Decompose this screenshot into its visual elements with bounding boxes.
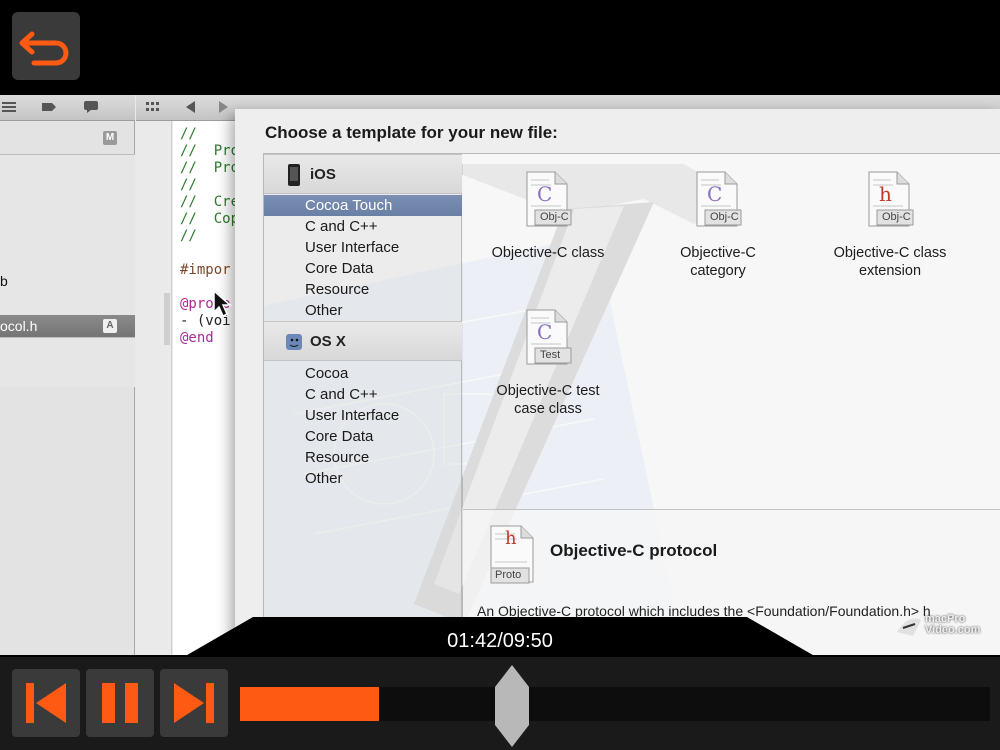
category-item[interactable]: User Interface [264, 405, 462, 426]
category-item[interactable]: Other [264, 300, 462, 321]
grid-icon[interactable] [146, 101, 160, 113]
ios-section-header: iOS [264, 154, 462, 194]
list-item[interactable]: b [0, 270, 135, 292]
protocol-file-icon: h Proto [487, 524, 539, 586]
category-item[interactable]: Other [264, 468, 462, 489]
next-button[interactable] [160, 669, 228, 737]
osx-section-header: OS X [264, 321, 462, 361]
list-icon[interactable] [2, 101, 16, 113]
code-line: // Cre [180, 194, 240, 210]
file-glyph: C [537, 320, 553, 344]
new-file-template-sheet: Choose a template for your new file: iOS… [235, 109, 1000, 655]
back-nav-icon[interactable] [184, 101, 198, 113]
file-glyph: C [707, 182, 723, 206]
previous-button[interactable] [12, 669, 80, 737]
list-item-label: ocol.h [0, 318, 38, 334]
template-label-line: category [690, 263, 746, 279]
source-file-icon: C Obj-C [693, 170, 743, 230]
source-file-icon: C Obj-C [523, 170, 573, 230]
added-badge: A [103, 319, 117, 333]
file-badge: Obj-C [540, 211, 569, 223]
video-frame[interactable]: M b ocol.h A //// Pro// Pro//// Cre // C… [0, 95, 1000, 655]
code-line: // Pro [180, 160, 240, 176]
code-line: // [180, 228, 197, 244]
code-line: // Pro [180, 143, 240, 159]
template-label: Objective-C class extension [815, 244, 965, 280]
pause-icon [102, 683, 138, 723]
template-item[interactable]: C Obj-C Objective-C class [473, 170, 623, 262]
template-label-line: extension [858, 263, 922, 279]
seek-bar[interactable] [240, 665, 990, 747]
time-display: 01:42/09:50 [447, 630, 553, 652]
category-item[interactable]: Core Data [264, 258, 462, 279]
code-line: @end [180, 330, 214, 346]
skip-previous-icon [26, 683, 66, 723]
pause-button[interactable] [86, 669, 154, 737]
editor-gutter [136, 121, 172, 655]
category-item[interactable]: User Interface [264, 237, 462, 258]
template-chooser: iOS Cocoa Touch C and C++ User Interface Co… [263, 153, 1000, 655]
template-description-text: An Objective-C protocol which includes t… [477, 603, 931, 619]
file-badge: Obj-C [882, 211, 911, 223]
osx-finder-icon [286, 334, 302, 350]
file-glyph: h [879, 182, 892, 206]
code-fold-ribbon [164, 293, 170, 345]
sheet-title: Choose a template for your new file: [265, 123, 558, 142]
category-item[interactable]: Core Data [264, 426, 462, 447]
template-label-line: Objective-C class [833, 245, 947, 261]
file-glyph: C [537, 182, 553, 206]
seek-bar-thumb[interactable] [493, 665, 531, 747]
template-category-list: iOS Cocoa Touch C and C++ User Interface Co… [264, 154, 462, 655]
category-item[interactable]: Resource [264, 447, 462, 468]
ios-section-label: iOS [310, 166, 336, 183]
template-item[interactable]: C Test Objective-C test case class [473, 308, 623, 418]
video-player-screen: M b ocol.h A //// Pro// Pro//// Cre // C… [0, 0, 1000, 750]
skip-next-icon [174, 683, 214, 723]
category-item[interactable]: Resource [264, 279, 462, 300]
code-line: // [180, 177, 197, 193]
file-badge: Obj-C [710, 211, 739, 223]
template-item[interactable]: C Obj-C Objective-C category [643, 170, 793, 280]
file-badge: Proto [495, 569, 522, 581]
code-line: // Cop [180, 211, 240, 227]
code-line: // [180, 126, 197, 142]
list-item-selected[interactable]: ocol.h A [0, 315, 135, 337]
template-label: Objective-C category [643, 244, 793, 280]
navigator-toolbar [0, 95, 135, 121]
template-item[interactable]: h Obj-C Objective-C class extension [815, 170, 965, 280]
playback-controls [0, 657, 1000, 750]
list-group [0, 337, 135, 387]
seek-bar-progress [240, 687, 379, 721]
file-glyph: h [505, 528, 517, 549]
category-item[interactable]: Cocoa Touch [264, 195, 462, 216]
back-arrow-icon [19, 31, 69, 66]
category-item[interactable]: Cocoa [264, 363, 462, 384]
mouse-cursor-icon [213, 290, 232, 318]
source-file-icon: h Obj-C [865, 170, 915, 230]
osx-section-label: OS X [310, 333, 346, 350]
comment-icon[interactable] [84, 101, 98, 113]
template-grid: C Obj-C Objective-C class C Obj-C Objective-C… [463, 154, 1000, 509]
iphone-icon [288, 164, 300, 186]
template-label-line: Objective-C [680, 245, 756, 261]
template-label: Objective-C test case class [473, 382, 623, 418]
modified-badge: M [103, 131, 117, 145]
template-label-line: case class [514, 401, 582, 417]
back-button[interactable] [12, 12, 80, 80]
tag-icon[interactable] [42, 101, 56, 113]
project-navigator: M b ocol.h A [0, 95, 135, 655]
template-label-line: Objective-C test [496, 383, 600, 399]
source-file-icon: C Test [523, 308, 573, 368]
template-label-line: Objective-C class [491, 245, 605, 261]
template-label: Objective-C class [473, 244, 623, 262]
file-badge: Test [540, 349, 561, 361]
list-item-label: b [0, 273, 8, 289]
category-item[interactable]: C and C++ [264, 384, 462, 405]
list-item[interactable]: M [0, 127, 135, 149]
category-item[interactable]: C and C++ [264, 216, 462, 237]
code-line: #impor [180, 262, 231, 278]
template-description-title: Objective-C protocol [550, 541, 718, 560]
forward-nav-icon[interactable] [216, 101, 230, 113]
